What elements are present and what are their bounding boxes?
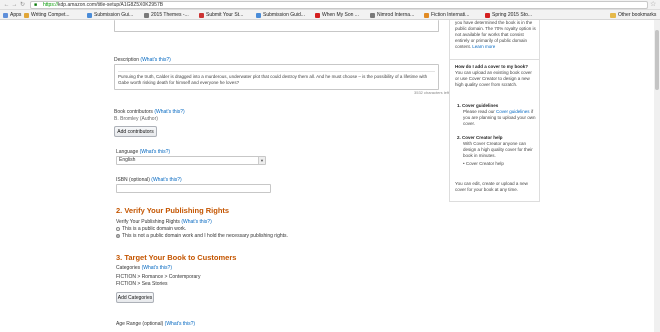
bookmark-item[interactable]: Other bookmarks: [610, 11, 656, 19]
language-help-link[interactable]: (What's this?): [140, 149, 170, 155]
description-textarea[interactable]: Pursuing the truth, Calder is dragged in…: [114, 64, 439, 90]
section-verify-rights-heading: 2. Verify Your Publishing Rights: [116, 206, 230, 215]
language-select[interactable]: English: [116, 156, 266, 165]
bookmark-favicon-icon: [24, 12, 29, 18]
bookmark-label: Submission Guid...: [263, 12, 305, 18]
url-path: kdp.amazon.com/title-setup/A1G8Z5X0K2957…: [58, 2, 164, 8]
forward-arrow-icon[interactable]: →: [11, 2, 18, 8]
folder-icon: [610, 12, 616, 18]
publishing-rights-label: Verify Your Publishing Rights (What's th…: [116, 219, 212, 225]
language-label: Language (What's this?): [116, 149, 171, 155]
category-item: FICTION > Romance > Contemporary: [116, 274, 201, 280]
bookmark-label: Spring 2015 Sto...: [492, 12, 533, 18]
not-public-domain-radio[interactable]: [116, 233, 120, 238]
learn-more-link[interactable]: Learn more: [472, 44, 495, 49]
language-value: English: [119, 157, 136, 163]
description-text: Pursuing the truth, Calder is dragged in…: [118, 74, 428, 85]
publishing-rights-help-link[interactable]: (What's this?): [181, 219, 211, 225]
contributors-help-link[interactable]: (What's this?): [154, 109, 184, 115]
bookmark-item[interactable]: Fiction Internati...: [424, 11, 469, 19]
bookmark-favicon-icon: [199, 12, 204, 18]
help-sidebar: you have determined the book is in the p…: [449, 20, 540, 202]
bookmark-label: 2015 Themes -...: [151, 12, 189, 18]
bookmark-label: Writing Compet...: [31, 12, 70, 18]
chevron-down-icon[interactable]: ▼: [258, 157, 265, 164]
title-field-bottom[interactable]: [114, 20, 439, 32]
sidebar-cover-creator-text: With Cover Creator anyone can design a h…: [463, 141, 533, 158]
sidebar-royalty-note: you have determined the book is in the p…: [455, 20, 536, 49]
description-label: Description (What's this?): [114, 57, 171, 63]
not-public-domain-option[interactable]: This is not a public domain work and I h…: [116, 233, 288, 239]
public-domain-radio[interactable]: [116, 226, 120, 231]
bookmark-label: Submission Gui...: [94, 12, 134, 18]
contributors-label: Book contributors (What's this?): [114, 109, 185, 115]
bookmark-favicon-icon: [424, 12, 429, 18]
star-icon[interactable]: ☆: [650, 1, 656, 9]
add-contributors-button[interactable]: Add contributors: [114, 126, 157, 137]
description-char-counter: 3532 characters left: [414, 90, 450, 95]
public-domain-option[interactable]: This is a public domain work.: [116, 226, 186, 232]
bookmark-item[interactable]: Submit Your St...: [199, 11, 243, 19]
bookmark-item[interactable]: Writing Compet...: [24, 11, 70, 19]
sidebar-cover-guidelines-text: Please read our Cover guidelines if you …: [463, 109, 536, 126]
bookmark-item[interactable]: Submission Gui...: [87, 11, 133, 19]
cover-guidelines-link[interactable]: Cover guidelines: [496, 109, 530, 114]
bookmark-favicon-icon: [315, 12, 320, 18]
bookmark-item[interactable]: Spring 2015 Sto...: [485, 11, 532, 19]
age-range-label: Age Range (optional) (What's this?): [116, 321, 196, 327]
bookmark-item[interactable]: 2015 Themes -...: [144, 11, 189, 19]
categories-label: Categories (What's this?): [116, 265, 172, 271]
lock-icon: ■: [34, 2, 38, 8]
bookmark-label: Apps: [10, 12, 22, 18]
not-public-domain-option-label: This is not a public domain work and I h…: [122, 233, 288, 239]
bookmark-label: Nimrod Interna...: [377, 12, 415, 18]
bookmark-item[interactable]: Nimrod Interna...: [370, 11, 414, 19]
categories-help-link[interactable]: (What's this?): [142, 265, 172, 271]
bookmark-favicon-icon: [256, 12, 261, 18]
bookmark-label: Submit Your St...: [206, 12, 244, 18]
sidebar-cover-answer: You can upload an existing book cover or…: [455, 70, 532, 87]
section-target-customers-heading: 3. Target Your Book to Customers: [116, 253, 237, 262]
bookmark-favicon-icon: [3, 12, 8, 18]
bookmark-favicon-icon: [370, 12, 375, 18]
sidebar-cover-edit-note: You can edit, create or upload a new cov…: [455, 181, 528, 192]
address-bar[interactable]: https://kdp.amazon.com/title-setup/A1G8Z…: [30, 1, 648, 9]
age-range-help-link[interactable]: (What's this?): [165, 321, 195, 327]
isbn-help-link[interactable]: (What's this?): [151, 177, 181, 183]
contributor-entry: B. Bromley (Author): [114, 116, 158, 122]
bookmark-label: Fiction Internati...: [431, 12, 470, 18]
url-scheme: https://: [43, 2, 59, 8]
bookmark-favicon-icon: [485, 12, 490, 18]
description-editor-toolbar: [118, 68, 435, 72]
isbn-input[interactable]: [116, 184, 271, 193]
bookmark-favicon-icon: [144, 12, 149, 18]
bookmark-label: When My Son ...: [322, 12, 359, 18]
bookmark-item[interactable]: Apps: [3, 11, 21, 19]
back-arrow-icon[interactable]: ←: [3, 2, 10, 8]
isbn-label: ISBN (optional) (What's this?): [116, 177, 182, 183]
cover-creator-help-link[interactable]: • Cover Creator help: [463, 161, 537, 167]
scrollbar-thumb[interactable]: [655, 30, 659, 90]
bookmark-item[interactable]: When My Son ...: [315, 11, 359, 19]
add-categories-button[interactable]: Add Categories: [116, 292, 154, 303]
bookmark-label: Other bookmarks: [618, 12, 657, 18]
description-help-link[interactable]: (What's this?): [140, 57, 170, 63]
bookmark-item[interactable]: Submission Guid...: [256, 11, 305, 19]
reload-icon[interactable]: ↻: [19, 2, 26, 8]
bookmark-favicon-icon: [87, 12, 92, 18]
sidebar-divider: [450, 59, 539, 60]
category-item: FICTION > Sea Stories: [116, 281, 168, 287]
public-domain-option-label: This is a public domain work.: [122, 226, 187, 232]
